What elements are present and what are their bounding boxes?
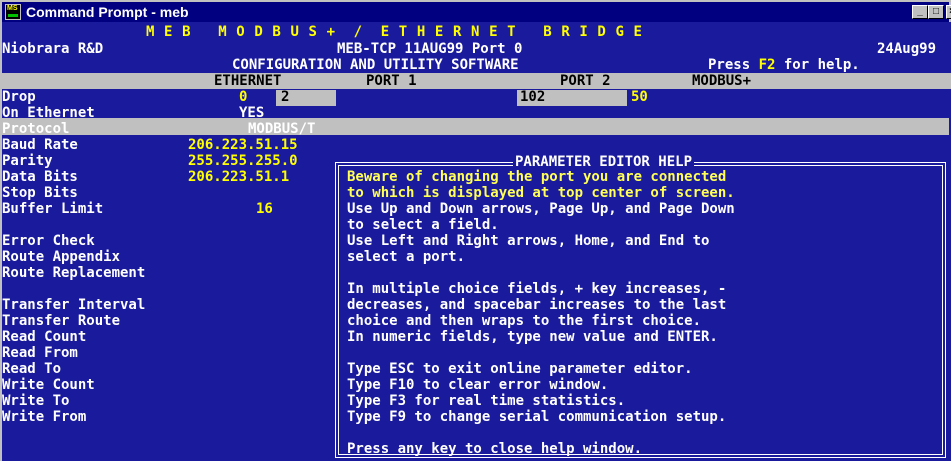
ethernet-value[interactable]: MODBUS/T [248,121,315,137]
param-label[interactable]: Write Count [2,377,95,393]
param-label[interactable]: Transfer Route [2,313,120,329]
column-port2[interactable]: PORT 2 [560,73,611,89]
ethernet-value[interactable]: 206.223.51.15 [188,137,298,153]
param-label[interactable]: Stop Bits [2,185,78,201]
current-date: 24Aug99 [877,41,937,57]
ethernet-value[interactable]: 16 [256,201,273,217]
help-line: select a port. [347,249,466,265]
f2-key: F2 [758,57,776,73]
msdos-icon[interactable]: MS [5,4,21,20]
help-line: Beware of changing the port you are conn… [347,169,727,185]
close-button[interactable]: × [946,5,951,19]
param-label[interactable]: Error Check [2,233,95,249]
ethernet-value[interactable]: 0 [239,89,247,105]
port2-value[interactable]: 102 [520,89,545,105]
modbus-value[interactable]: 50 [631,89,648,105]
maximize-button[interactable]: □ [928,5,944,19]
param-label[interactable]: Baud Rate [2,137,78,153]
ethernet-value[interactable]: 255.255.255.0 [188,153,298,169]
help-hint-suffix: for help. [775,57,860,73]
param-label[interactable]: On Ethernet [2,105,95,121]
help-line: choice and then wraps to the first choic… [347,313,702,329]
port1-value[interactable]: 2 [281,89,289,105]
help-line: decreases, and spacebar increases to the… [347,297,727,313]
command-prompt-window: MS Command Prompt - meb _ □ × M E B M O … [0,0,951,461]
program-version: MEB-TCP 11AUG99 Port 0 [337,41,523,57]
param-label[interactable]: Data Bits [2,169,78,185]
help-line: Type F9 to change serial communication s… [347,409,727,425]
ethernet-value[interactable]: 206.223.51.1 [188,169,289,185]
column-modbus[interactable]: MODBUS+ [692,73,751,89]
window-title: Command Prompt - meb [26,4,189,20]
help-line: to select a field. [347,217,499,233]
help-line: Press any key to close help window. [347,441,643,457]
help-hint-prefix: Press [708,57,759,73]
column-ethernet[interactable]: ETHERNET [214,73,281,89]
banner-title: M E B M O D B U S + / E T H E R N E T B … [146,24,643,40]
param-label[interactable]: Buffer Limit [2,201,103,217]
param-label[interactable]: Route Appendix [2,249,120,265]
param-label[interactable]: Write From [2,409,86,425]
param-label[interactable]: Read From [2,345,78,361]
help-line: Type F10 to clear error window. [347,377,609,393]
company-name: Niobrara R&D [2,41,104,57]
param-label[interactable]: Protocol [2,121,69,137]
title-bar[interactable]: MS Command Prompt - meb _ □ × [2,2,951,22]
help-line: Type F3 for real time statistics. [347,393,626,409]
help-line: Use Up and Down arrows, Page Up, and Pag… [347,201,735,217]
column-header-strip [2,73,951,89]
param-label[interactable]: Transfer Interval [2,297,145,313]
help-line: to which is displayed at top center of s… [347,185,735,201]
param-label[interactable]: Write To [2,393,69,409]
console-area[interactable]: M E B M O D B U S + / E T H E R N E T B … [2,22,951,461]
ethernet-value[interactable]: YES [239,105,264,121]
param-label[interactable]: Read To [2,361,61,377]
help-hint: Press F2 for help. [708,57,860,73]
help-line: Type ESC to exit online parameter editor… [347,361,693,377]
help-line: Use Left and Right arrows, Home, and End… [347,233,710,249]
help-window-title: PARAMETER EDITOR HELP [513,154,695,170]
software-subtitle: CONFIGURATION AND UTILITY SOFTWARE [232,57,519,73]
param-label[interactable]: Parity [2,153,53,169]
column-port1[interactable]: PORT 1 [366,73,417,89]
help-line: In multiple choice fields, + key increas… [347,281,727,297]
minimize-button[interactable]: _ [912,5,928,19]
param-label[interactable]: Read Count [2,329,86,345]
column-header-bar [2,118,949,135]
help-line: In numeric fields, type new value and EN… [347,329,718,345]
param-label[interactable]: Route Replacement [2,265,145,281]
param-label[interactable]: Drop [2,89,36,105]
